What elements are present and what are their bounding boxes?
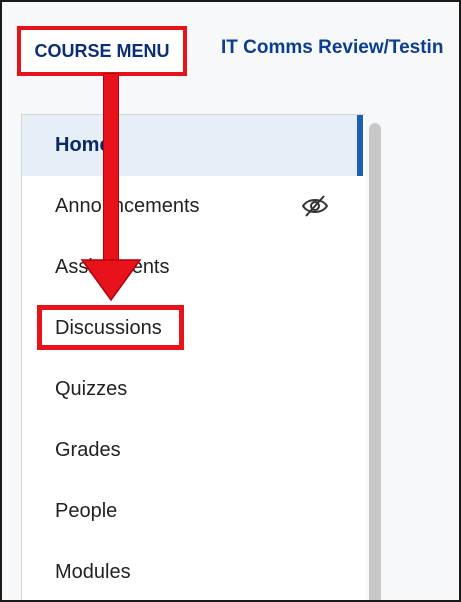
- discussions-highlight-box: [37, 305, 184, 350]
- menu-item-grades[interactable]: Grades: [22, 420, 357, 481]
- course-navigation-menu: Home Announcements Assignments Discussio…: [21, 114, 381, 600]
- annotation-arrow-shaft: [104, 74, 118, 262]
- menu-item-label: Modules: [55, 561, 131, 583]
- menu-item-label: Home: [55, 134, 111, 156]
- course-menu-label: COURSE MENU: [34, 40, 170, 61]
- scrollbar[interactable]: [369, 123, 381, 600]
- app-frame: COURSE MENU IT Comms Review/Testin Home …: [0, 0, 461, 602]
- menu-item-label: Announcements: [55, 195, 200, 217]
- active-indicator: [357, 115, 363, 176]
- menu-item-quizzes[interactable]: Quizzes: [22, 359, 357, 420]
- course-menu-button[interactable]: COURSE MENU: [17, 26, 187, 76]
- menu-item-label: Quizzes: [55, 378, 128, 400]
- annotation-arrow-head: [80, 259, 142, 302]
- menu-item-home[interactable]: Home: [22, 115, 363, 176]
- menu-item-assignments[interactable]: Assignments: [22, 237, 357, 298]
- menu-item-people[interactable]: People: [22, 481, 357, 542]
- menu-item-label: People: [55, 500, 118, 522]
- eye-slash-icon[interactable]: [301, 194, 329, 218]
- course-title[interactable]: IT Comms Review/Testin: [221, 37, 443, 59]
- menu-item-announcements[interactable]: Announcements: [22, 176, 357, 237]
- menu-item-modules[interactable]: Modules: [22, 542, 357, 600]
- menu-item-label: Grades: [55, 439, 121, 461]
